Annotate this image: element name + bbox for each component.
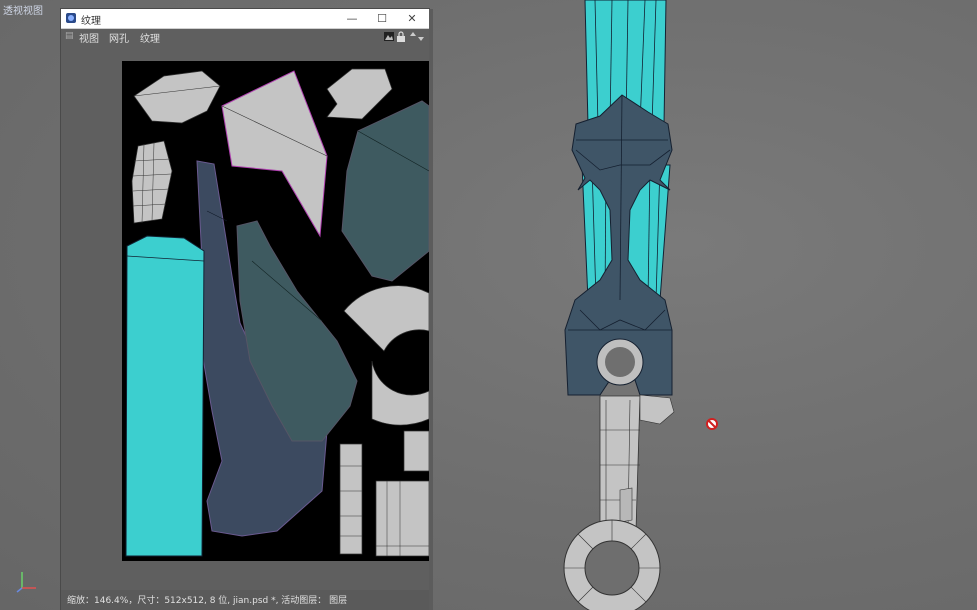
close-button[interactable]: ✕ <box>397 9 427 28</box>
window-splitter[interactable] <box>429 9 433 610</box>
menu-mesh[interactable]: 网孔 <box>109 30 129 45</box>
axis-icon <box>16 572 36 593</box>
uv-cyan-piece <box>125 235 205 557</box>
arrows-icon[interactable] <box>408 31 426 42</box>
uv-grey-piece <box>339 443 363 555</box>
texture-window[interactable]: 纹理 — ☐ ✕ ▤ 视图 网孔 纹理 缩放：146.4%，尺寸：512x512… <box>61 9 429 610</box>
status-text: 缩放：146.4%，尺寸：512x512, 8 位, jian.psd *, 活… <box>67 596 348 606</box>
no-entry-cursor-icon <box>706 418 718 430</box>
lock-icon[interactable] <box>396 31 406 42</box>
uv-grey-piece <box>403 430 429 472</box>
menu-view[interactable]: 视图 <box>79 30 99 45</box>
image-icon[interactable] <box>384 31 394 42</box>
maximize-button[interactable]: ☐ <box>367 9 397 28</box>
texture-uv-canvas[interactable] <box>122 61 429 561</box>
uv-grey-piece <box>375 480 429 557</box>
title-bar[interactable]: 纹理 — ☐ ✕ <box>61 9 429 29</box>
handle-knob <box>639 394 675 425</box>
menu-grip-icon[interactable]: ▤ <box>65 31 74 41</box>
minimize-button[interactable]: — <box>337 9 367 28</box>
menu-bar: ▤ 视图 网孔 纹理 <box>61 29 429 45</box>
menu-texture[interactable]: 纹理 <box>140 30 160 45</box>
window-title: 纹理 <box>81 16 101 27</box>
app-icon <box>66 13 76 23</box>
status-bar: 缩放：146.4%，尺寸：512x512, 8 位, jian.psd *, 活… <box>61 590 429 610</box>
